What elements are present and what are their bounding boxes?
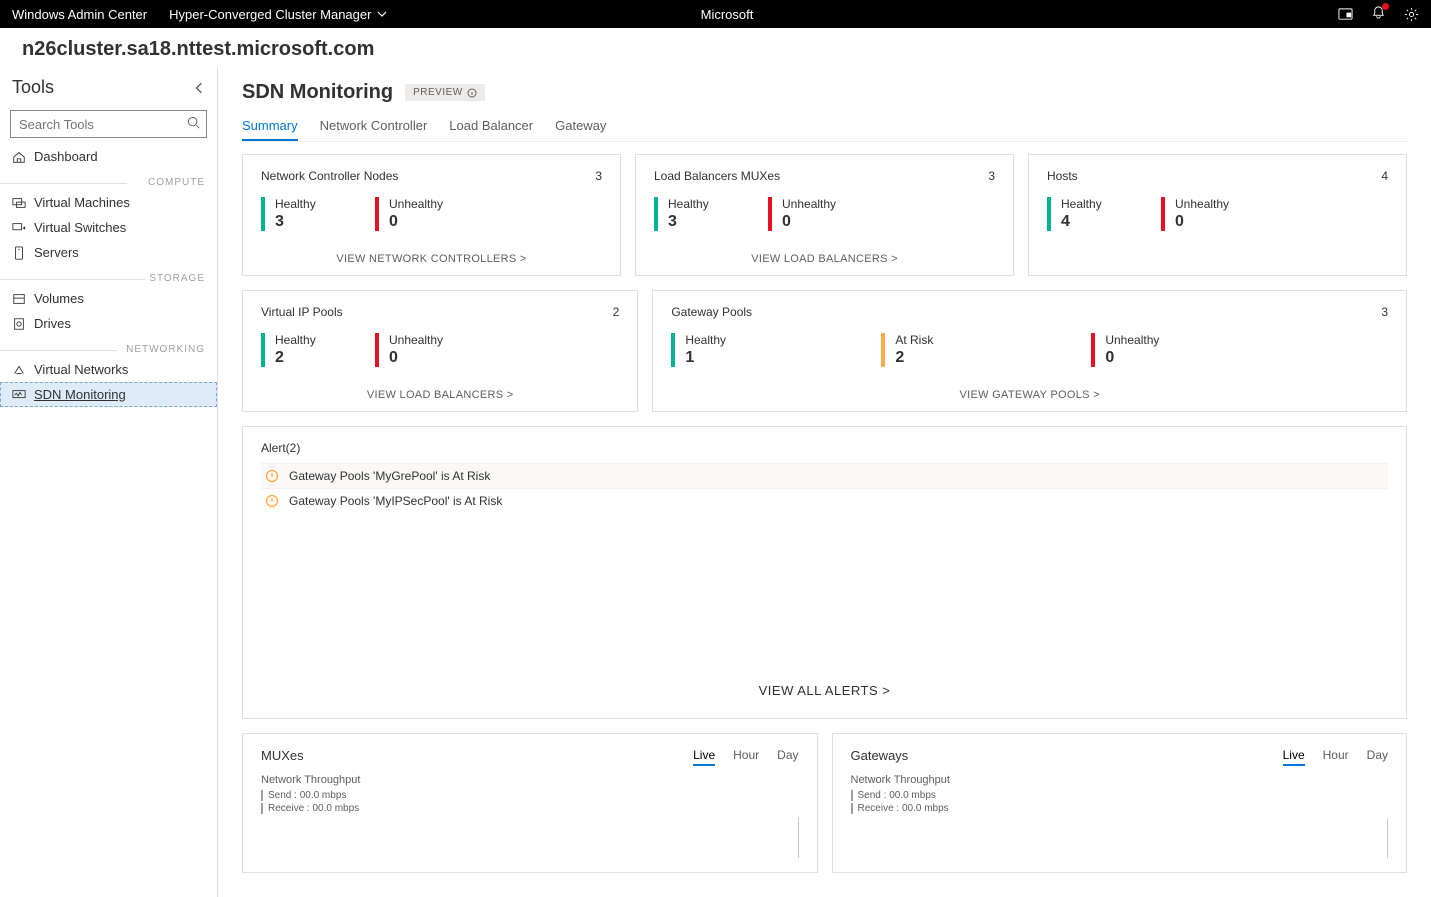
monitor-icon — [12, 388, 26, 402]
nav-virtual-machines[interactable]: Virtual Machines — [0, 190, 217, 215]
nav-sdn-monitoring[interactable]: SDN Monitoring — [0, 382, 217, 407]
chart-gateways-plot — [851, 818, 1389, 858]
nav-volumes[interactable]: Volumes — [0, 286, 217, 311]
link-view-network-controllers[interactable]: VIEW NETWORK CONTROLLERS > — [261, 253, 602, 265]
timerange-muxes: Live Hour Day — [693, 748, 798, 766]
manager-label: Hyper-Converged Cluster Manager — [169, 7, 371, 22]
nav-servers[interactable]: Servers — [0, 240, 217, 265]
info-icon — [467, 88, 477, 98]
range-hour[interactable]: Hour — [733, 748, 759, 766]
chart-muxes-title: MUXes — [261, 748, 304, 763]
card-alerts: Alert(2) Gateway Pools 'MyGrePool' is At… — [242, 426, 1407, 719]
range-day[interactable]: Day — [777, 748, 798, 766]
notification-badge — [1382, 3, 1389, 10]
warning-icon — [265, 469, 279, 483]
brand-label[interactable]: Windows Admin Center — [12, 7, 147, 22]
tabs: Summary Network Controller Load Balancer… — [242, 114, 1407, 142]
microsoft-logo: Microsoft — [678, 6, 754, 23]
link-view-gateway-pools[interactable]: VIEW GATEWAY POOLS > — [671, 389, 1388, 401]
chart-gateways-title: Gateways — [851, 748, 909, 763]
section-storage: STORAGE — [0, 273, 217, 284]
notification-icon[interactable] — [1371, 5, 1386, 23]
warning-icon — [265, 494, 279, 508]
home-icon — [12, 150, 26, 164]
network-icon — [12, 363, 26, 377]
card-muxes-chart: MUXes Live Hour Day Network Throughput S… — [242, 733, 818, 873]
nav-virtual-networks[interactable]: Virtual Networks — [0, 357, 217, 382]
drive-icon — [12, 317, 26, 331]
nav-virtual-switches[interactable]: Virtual Switches — [0, 215, 217, 240]
range-live[interactable]: Live — [693, 748, 715, 766]
tab-network-controller[interactable]: Network Controller — [320, 114, 428, 141]
chart-muxes-plot — [261, 818, 799, 858]
timerange-gateways: Live Hour Day — [1283, 748, 1388, 766]
feedback-icon[interactable] — [1338, 7, 1353, 22]
search-input[interactable] — [10, 110, 207, 138]
main-content: SDN Monitoring PREVIEW Summary Network C… — [218, 67, 1431, 897]
cluster-name: n26cluster.sa18.nttest.microsoft.com — [0, 28, 1431, 67]
card-gateways-chart: Gateways Live Hour Day Network Throughpu… — [832, 733, 1408, 873]
page-title: SDN Monitoring — [242, 81, 393, 104]
card-virtual-ip-pools: Virtual IP Pools2 Healthy2 Unhealthy0 VI… — [242, 290, 638, 412]
nav-dashboard[interactable]: Dashboard — [0, 144, 217, 169]
sidebar: Tools Dashboard COMPUTE Virtual Machines… — [0, 67, 218, 897]
tab-summary[interactable]: Summary — [242, 114, 298, 141]
card-load-balancers-muxes: Load Balancers MUXes3 Healthy3 Unhealthy… — [635, 154, 1014, 276]
gear-icon[interactable] — [1404, 7, 1419, 22]
card-network-controller-nodes: Network Controller Nodes3 Healthy3 Unhea… — [242, 154, 621, 276]
tab-gateway[interactable]: Gateway — [555, 114, 606, 141]
preview-badge: PREVIEW — [405, 84, 485, 101]
link-view-all-alerts[interactable]: VIEW ALL ALERTS > — [261, 683, 1388, 698]
server-icon — [12, 246, 26, 260]
chevron-down-icon — [377, 9, 387, 19]
alert-row[interactable]: Gateway Pools 'MyIPSecPool' is At Risk — [261, 488, 1388, 513]
tools-title: Tools — [12, 77, 54, 98]
tab-load-balancer[interactable]: Load Balancer — [449, 114, 533, 141]
collapse-icon[interactable] — [193, 82, 205, 94]
volume-icon — [12, 292, 26, 306]
nav-drives[interactable]: Drives — [0, 311, 217, 336]
manager-dropdown[interactable]: Hyper-Converged Cluster Manager — [169, 7, 387, 22]
vm-icon — [12, 196, 26, 210]
card-gateway-pools: Gateway Pools3 Healthy1 At Risk2 Unhealt… — [652, 290, 1407, 412]
alert-row[interactable]: Gateway Pools 'MyGrePool' is At Risk — [261, 463, 1388, 488]
link-view-load-balancers[interactable]: VIEW LOAD BALANCERS > — [654, 253, 995, 265]
switch-icon — [12, 221, 26, 235]
search-icon[interactable] — [186, 115, 201, 130]
range-live-2[interactable]: Live — [1283, 748, 1305, 766]
range-day-2[interactable]: Day — [1367, 748, 1388, 766]
section-compute: COMPUTE — [0, 177, 217, 188]
microsoft-label: Microsoft — [701, 7, 754, 22]
card-hosts: Hosts4 Healthy4 Unhealthy0 — [1028, 154, 1407, 276]
top-bar: Windows Admin Center Hyper-Converged Clu… — [0, 0, 1431, 28]
section-networking: NETWORKING — [0, 344, 217, 355]
range-hour-2[interactable]: Hour — [1323, 748, 1349, 766]
link-view-load-balancers-2[interactable]: VIEW LOAD BALANCERS > — [261, 389, 619, 401]
